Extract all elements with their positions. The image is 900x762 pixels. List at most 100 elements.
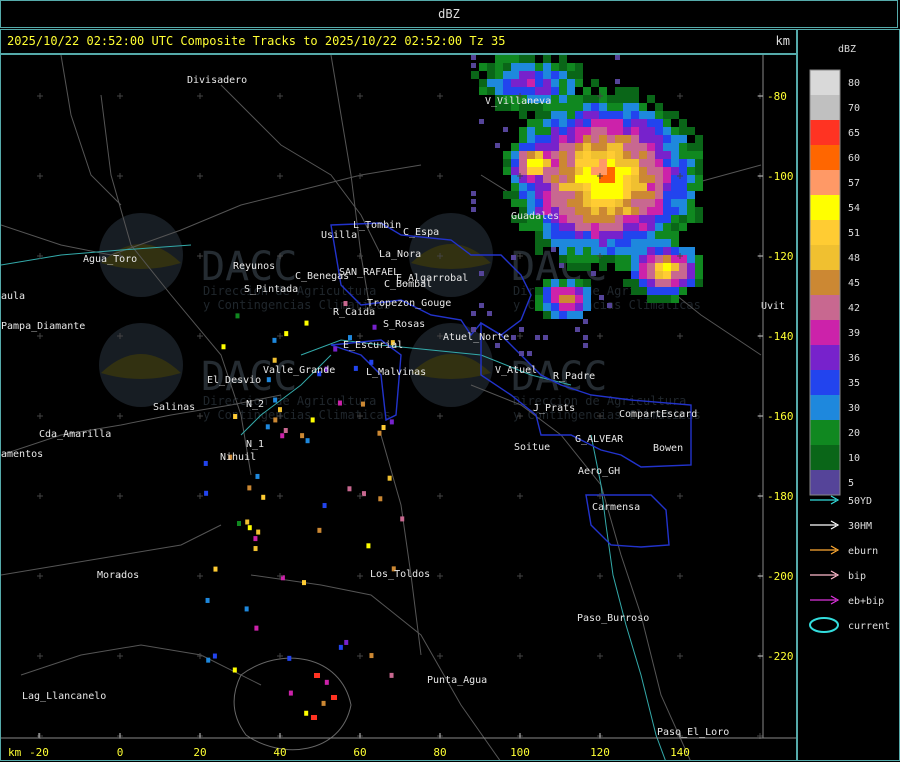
- x-tick-label: 40: [273, 746, 286, 759]
- place-label: SAN_RAFAEL: [339, 267, 399, 278]
- place-label: Bowen: [653, 443, 683, 454]
- place-label: Divisadero: [187, 75, 247, 86]
- x-tick-label: -20: [29, 746, 49, 759]
- place-label: S_Pintada: [244, 284, 298, 295]
- run-header: 2025/10/22 02:52:00 UTC Composite Tracks…: [0, 29, 797, 54]
- y-tick-label: -160: [767, 410, 794, 423]
- place-label: amentos: [1, 449, 43, 460]
- place-label: V_Villaneva: [485, 96, 551, 107]
- legend-swatch-54: [810, 195, 840, 220]
- place-label: El_Desvio: [207, 375, 261, 386]
- legend-track-current: current: [848, 621, 890, 632]
- place-label: Salinas: [153, 402, 195, 413]
- place-label: Morados: [97, 570, 139, 581]
- place-label: Lag_Llancanelo: [22, 691, 106, 702]
- legend-swatch-60: [810, 145, 840, 170]
- x-axis-unit: km: [8, 746, 22, 759]
- legend-swatch-30: [810, 395, 840, 420]
- place-label: N_1: [246, 439, 264, 450]
- legend-value-48: 48: [848, 253, 860, 264]
- place-label: aula: [1, 291, 25, 302]
- legend-swatch-35: [810, 370, 840, 395]
- place-label: Cda_Amarilla: [39, 429, 111, 440]
- legend-value-5: 5: [848, 478, 854, 489]
- place-label: CompartEscard: [619, 409, 697, 420]
- place-label: G_ALVEAR: [575, 434, 624, 445]
- place-label: Aero_GH: [578, 466, 620, 477]
- legend-value-80: 80: [848, 78, 860, 89]
- legend-track-eburn: eburn: [848, 546, 878, 557]
- window-title-bar: dBZ: [0, 0, 898, 28]
- legend-swatch-42: [810, 295, 840, 320]
- place-label: S_Rosas: [383, 319, 425, 330]
- place-label: C_Bombal: [384, 279, 432, 290]
- place-label: Guadales: [511, 211, 559, 222]
- watermark-logo-3: DACC Direccion de Agricultura y Continge…: [99, 323, 391, 422]
- place-label: N_2: [246, 399, 264, 410]
- place-label: Reyunos: [233, 261, 275, 272]
- place-label: La_Nora: [379, 249, 421, 260]
- legend-swatch-80: [810, 70, 840, 95]
- legend-track-bip: bip: [848, 571, 866, 582]
- x-tick-label: 20: [193, 746, 206, 759]
- legend-value-45: 45: [848, 278, 860, 289]
- y-tick-label: -140: [767, 330, 794, 343]
- legend-value-39: 39: [848, 328, 860, 339]
- legend-scale: 80 70 65 60 57 54 51 48 45 42 39 36 35 30 20 10 5 50YD 30H…: [809, 69, 890, 633]
- place-label: J_Prats: [533, 403, 575, 414]
- place-label: Carmensa: [592, 502, 640, 513]
- legend-track-50YD: 50YD: [848, 496, 872, 507]
- legend-swatch-70: [810, 95, 840, 120]
- legend-swatch-57: [810, 170, 840, 195]
- place-label: Punta_Agua: [427, 675, 487, 686]
- unit-label: km: [775, 34, 790, 48]
- place-label: Pampa_Diamante: [1, 321, 85, 332]
- place-label: Agua_Toro: [83, 254, 137, 265]
- radar-canvas[interactable]: DACC Direccion de Agricultura y Continge…: [1, 55, 797, 761]
- legend-swatch-20: [810, 420, 840, 445]
- rivers: [1, 244, 666, 760]
- legend-swatch-36: [810, 345, 840, 370]
- legend-swatch-5: [810, 470, 840, 495]
- legend-value-70: 70: [848, 103, 860, 114]
- legend-value-54: 54: [848, 203, 860, 214]
- place-label: L_Malvinas: [366, 367, 426, 378]
- place-label: C_Espa: [403, 227, 439, 238]
- run-timestamp: 2025/10/22 02:52:00 UTC Composite Tracks…: [7, 34, 506, 48]
- place-label: R_Padre: [553, 371, 595, 382]
- place-label: Los_Toldos: [370, 569, 430, 580]
- legend-swatch-65: [810, 120, 840, 145]
- window-title: dBZ: [438, 7, 460, 21]
- legend-swatch-10: [810, 445, 840, 470]
- place-label: Uvit: [761, 301, 785, 312]
- radar-map[interactable]: DACC Direccion de Agricultura y Continge…: [0, 54, 797, 761]
- y-tick-label: -120: [767, 250, 794, 263]
- x-tick-label: 60: [353, 746, 366, 759]
- legend-value-57: 57: [848, 178, 860, 189]
- place-label: Atuel_Norte: [443, 332, 509, 343]
- place-label: Nihuil: [220, 452, 256, 463]
- y-tick-label: -100: [767, 170, 794, 183]
- y-tick-label: -220: [767, 650, 794, 663]
- legend-value-42: 42: [848, 303, 860, 314]
- x-tick-label: 140: [670, 746, 690, 759]
- x-tick-label: 80: [433, 746, 446, 759]
- legend-value-30: 30: [848, 403, 860, 414]
- legend-value-36: 36: [848, 353, 860, 364]
- svg-text:Direccion de Agricultura: Direccion de Agricultura: [203, 394, 376, 408]
- legend-value-35: 35: [848, 378, 860, 389]
- legend-swatch-48: [810, 245, 840, 270]
- legend-track-eb+bip: eb+bip: [848, 596, 884, 607]
- place-label: Valle_Grande: [263, 365, 335, 376]
- y-tick-label: -80: [767, 90, 787, 103]
- svg-text:y Contingencias Climaticas: y Contingencias Climaticas: [203, 408, 391, 422]
- x-axis: km -20 0 20 40 60 80 100 120 140: [8, 733, 690, 759]
- place-label: Soitue: [514, 442, 550, 453]
- place-label: Paso_Burroso: [577, 613, 649, 624]
- legend-panel: dBZ 80 70 65 60 57 54 51 48 45 42 39 36 35 30 20 10 5 50Y…: [797, 29, 900, 761]
- x-tick-label: 100: [510, 746, 530, 759]
- legend-swatch-39: [810, 320, 840, 345]
- current-track-icon: [809, 617, 839, 633]
- legend-value-20: 20: [848, 428, 860, 439]
- place-label: Tropezon_Gouge: [367, 298, 451, 309]
